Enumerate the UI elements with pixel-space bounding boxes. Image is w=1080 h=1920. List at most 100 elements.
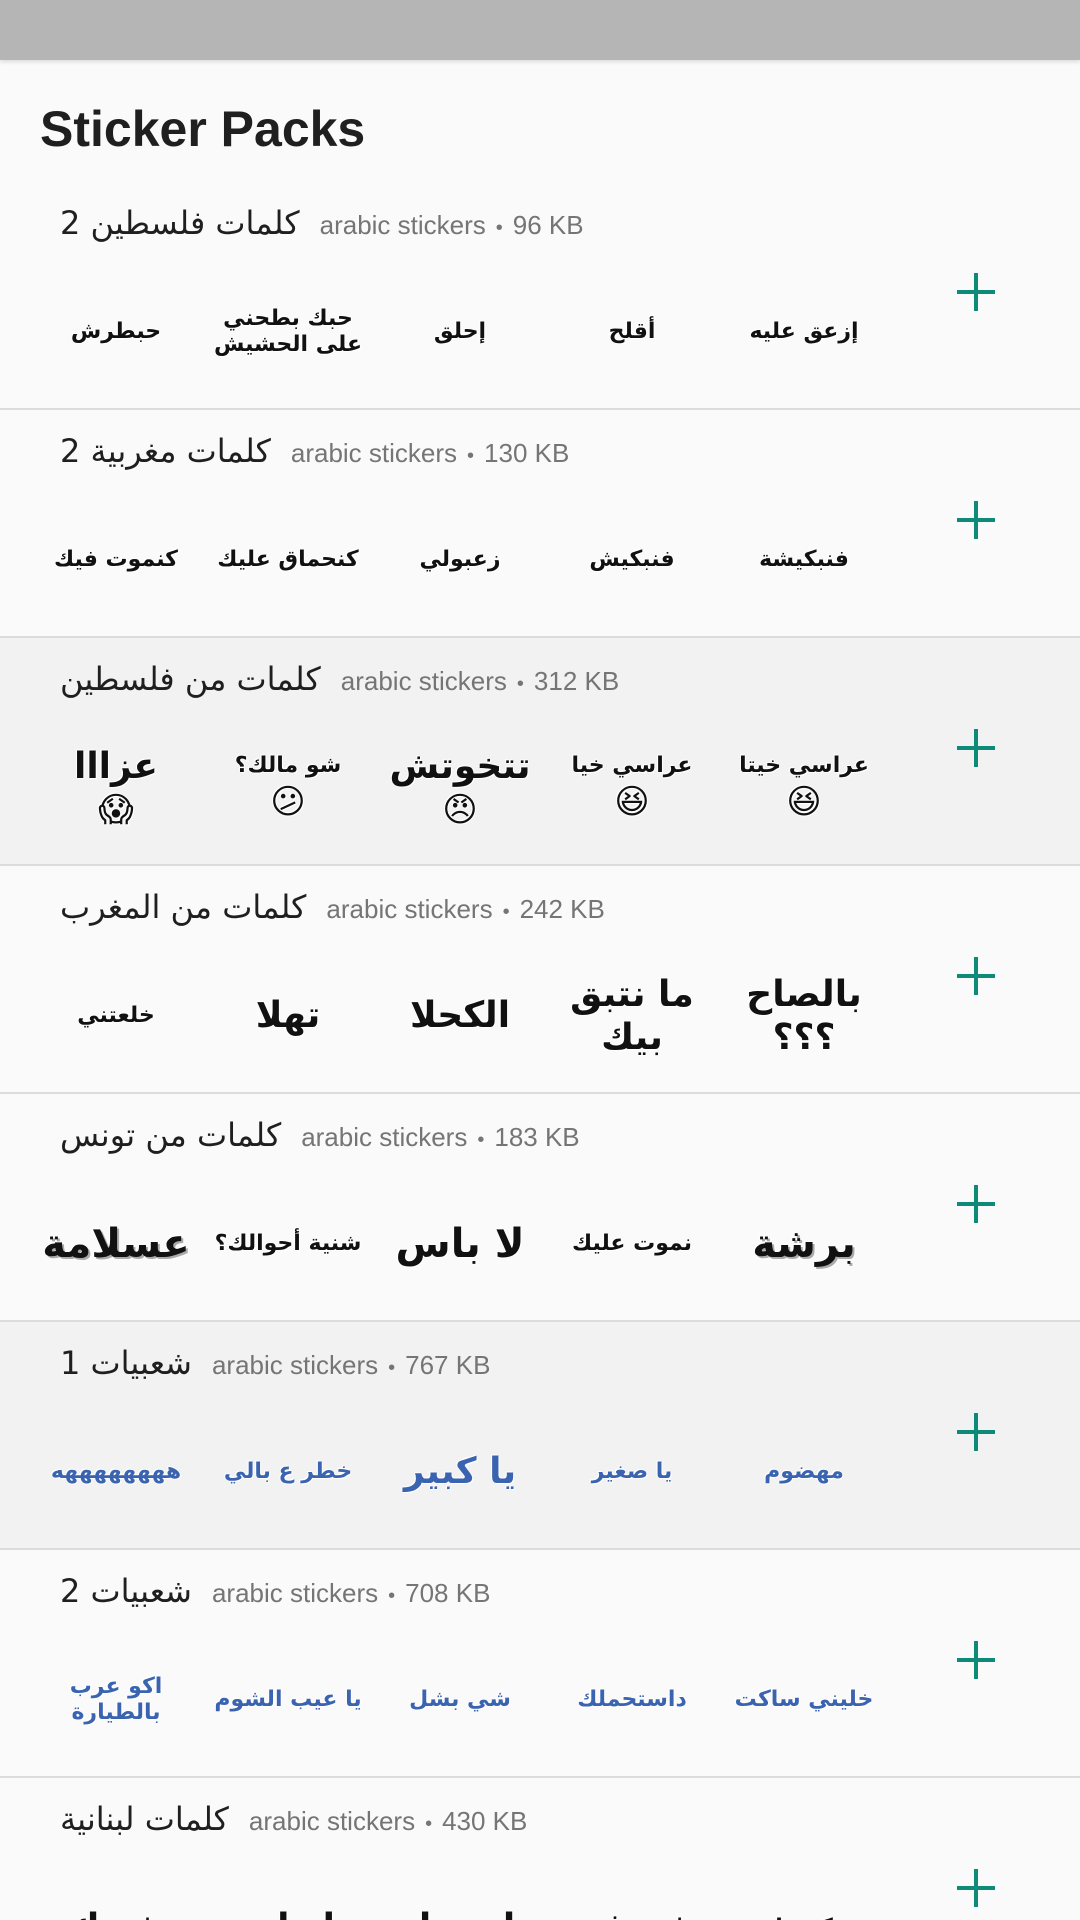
sticker-preview: شو في: [546, 1866, 718, 1920]
sticker-preview: كنحماق عليك: [217, 546, 359, 572]
pack-name: كلمات فلسطين 2: [60, 204, 300, 242]
pack-name: كلمات لبنانية: [60, 1800, 229, 1838]
add-to-whatsapp-button[interactable]: [944, 1400, 1008, 1464]
pack-publisher: arabic stickers: [319, 210, 486, 240]
add-to-whatsapp-button[interactable]: [944, 488, 1008, 552]
sticker-pack-row[interactable]: شعبيات 1 arabic stickers • 767 KB هههههه…: [0, 1322, 1080, 1550]
sticker-preview: الكحلا: [409, 995, 511, 1037]
pack-size: 708 KB: [405, 1578, 491, 1608]
sticker-preview: كهربا: [718, 1866, 890, 1920]
sticker-preview: شو مالك؟ 😕: [202, 726, 374, 850]
meta-separator: •: [477, 1129, 485, 1151]
pack-publisher: arabic stickers: [248, 1806, 416, 1836]
plus-icon: [957, 1185, 995, 1223]
add-to-whatsapp-button[interactable]: [944, 1856, 1008, 1920]
sticker-preview: أقلح: [608, 318, 656, 344]
pack-name: شعبيات 2: [60, 1572, 192, 1610]
sticker-preview: مهضوم: [764, 1458, 844, 1484]
sticker-preview: كنموت فيك: [54, 546, 178, 572]
pack-publisher: arabic stickers: [211, 1350, 379, 1380]
angry-emoji-icon: 😠: [442, 790, 478, 831]
sticker-pack-row[interactable]: كلمات من فلسطين arabic stickers • 312 KB…: [0, 638, 1080, 866]
pack-name: كلمات من تونس: [60, 1116, 282, 1154]
sticker-preview: برشة: [752, 1221, 856, 1267]
pack-size: 96 KB: [512, 210, 584, 240]
sticker-preview: داستحملك: [577, 1686, 687, 1712]
confused-emoji-icon: 😕: [270, 781, 306, 822]
add-to-whatsapp-button[interactable]: [944, 716, 1008, 780]
sticker-preview: بالصاح ؟؟؟: [746, 973, 862, 1058]
sticker-text: شو مالك؟: [234, 753, 342, 779]
add-to-whatsapp-button[interactable]: [944, 1172, 1008, 1236]
pack-publisher: arabic stickers: [301, 1122, 468, 1152]
sticker-text: عزااا: [74, 746, 159, 787]
scream-emoji-icon: 😱: [98, 790, 134, 831]
sticker-pack-row[interactable]: كلمات لبنانية arabic stickers • 430 KB ش…: [0, 1778, 1080, 1920]
sticker-pack-row[interactable]: كلمات مغربية 2 arabic stickers • 130 KB …: [0, 410, 1080, 638]
pack-name: كلمات من المغرب: [60, 888, 307, 926]
sticker-preview: حبطرش: [70, 318, 162, 344]
plus-icon: [957, 1413, 995, 1451]
laughing-emoji-icon: 😆: [786, 781, 822, 822]
pack-meta: arabic stickers • 708 KB: [212, 1578, 490, 1609]
page-title: Sticker Packs: [40, 101, 366, 157]
sticker-pack-row[interactable]: شعبيات 2 arabic stickers • 708 KB اكو عر…: [0, 1550, 1080, 1778]
add-to-whatsapp-button[interactable]: [944, 944, 1008, 1008]
plus-icon: [957, 1641, 995, 1679]
pack-size: 767 KB: [405, 1350, 491, 1380]
pack-size: 242 KB: [519, 894, 605, 924]
meta-separator: •: [425, 1813, 433, 1835]
plus-icon: [957, 1869, 995, 1907]
pack-header: شعبيات 1 arabic stickers • 767 KB: [60, 1344, 490, 1382]
sticker-preview: ما تعملي: [374, 1866, 546, 1920]
pack-header: كلمات لبنانية arabic stickers • 430 KB: [60, 1800, 527, 1838]
sticker-preview: يا كبير: [403, 1451, 517, 1493]
plus-icon: [957, 273, 995, 311]
meta-separator: •: [388, 1585, 396, 1607]
pack-name: شعبيات 1: [60, 1344, 192, 1382]
plus-icon: [957, 729, 995, 767]
sticker-preview: اكو عرب بالطيارة: [69, 1673, 163, 1725]
sticker-preview: خطر ع بالي: [223, 1458, 353, 1484]
sticker-text: عراسي خيا: [571, 753, 693, 779]
sticker-preview: ما نتبق بيك: [570, 973, 694, 1058]
sticker-preview: يا صغير: [591, 1458, 673, 1484]
sticker-text: عراسي خيتا: [739, 753, 869, 779]
sticker-preview: زعبولي: [419, 546, 501, 572]
sticker-preview: فنبكيش: [589, 546, 675, 572]
sticker-preview-strip: عزااا 😱 شو مالك؟ 😕 تتخوتش 😠 عراسي خيا 😆 عراس…: [30, 726, 890, 850]
pack-meta: arabic stickers • 767 KB: [212, 1350, 490, 1381]
pack-meta: arabic stickers • 242 KB: [326, 894, 604, 925]
sticker-preview-strip: عسلامة شنية أحوالك؟ لا باس نموت عليك برش…: [30, 1182, 890, 1306]
pack-publisher: arabic stickers: [326, 894, 493, 924]
pack-header: كلمات من المغرب arabic stickers • 242 KB: [60, 888, 605, 926]
sticker-preview-strip: حبطرش حبك بطحني على الحشيش إحلق أقلح إزع…: [30, 270, 890, 394]
sticker-preview: يا عيب الشوم: [214, 1686, 362, 1712]
sticker-preview: عراسي خيتا 😆: [718, 726, 890, 850]
sticker-preview: عزااا 😱: [30, 726, 202, 850]
pack-size: 312 KB: [533, 666, 620, 696]
sticker-preview: حبك بطحني على الحشيش: [213, 305, 363, 357]
pack-size: 130 KB: [484, 438, 570, 468]
pack-size: 183 KB: [494, 1122, 580, 1152]
status-bar: [0, 0, 1080, 60]
sticker-preview-strip: كنموت فيك كنحماق عليك زعبولي فنبكيش فنبك…: [30, 498, 890, 622]
meta-separator: •: [495, 217, 503, 239]
sticker-preview: تتخوتش 😠: [374, 726, 546, 850]
meta-separator: •: [388, 1357, 396, 1379]
sticker-preview-strip: خلعتني تهلا الكحلا ما نتبق بيك بالصاح ؟؟…: [30, 954, 890, 1078]
pack-meta: arabic stickers • 130 KB: [291, 438, 569, 469]
sticker-pack-list: كلمات فلسطين 2 arabic stickers • 96 KB ح…: [0, 182, 1080, 1920]
sticker-preview: شنية أحوالك؟: [214, 1230, 362, 1256]
sticker-pack-row[interactable]: كلمات من تونس arabic stickers • 183 KB ع…: [0, 1094, 1080, 1322]
pack-publisher: arabic stickers: [290, 438, 458, 468]
sticker-preview: لا باس: [395, 1221, 525, 1267]
sticker-preview: عراسي خيا 😆: [546, 726, 718, 850]
sticker-preview-strip: اكو عرب بالطيارة يا عيب الشوم شي بشل داس…: [30, 1638, 890, 1762]
sticker-preview: شبيك: [30, 1866, 202, 1920]
sticker-preview-strip: ههههههههه خطر ع بالي يا كبير يا صغير مهض…: [30, 1410, 890, 1534]
add-to-whatsapp-button[interactable]: [944, 1628, 1008, 1692]
sticker-pack-row[interactable]: كلمات من المغرب arabic stickers • 242 KB…: [0, 866, 1080, 1094]
sticker-pack-row[interactable]: كلمات فلسطين 2 arabic stickers • 96 KB ح…: [0, 182, 1080, 410]
add-to-whatsapp-button[interactable]: [944, 260, 1008, 324]
